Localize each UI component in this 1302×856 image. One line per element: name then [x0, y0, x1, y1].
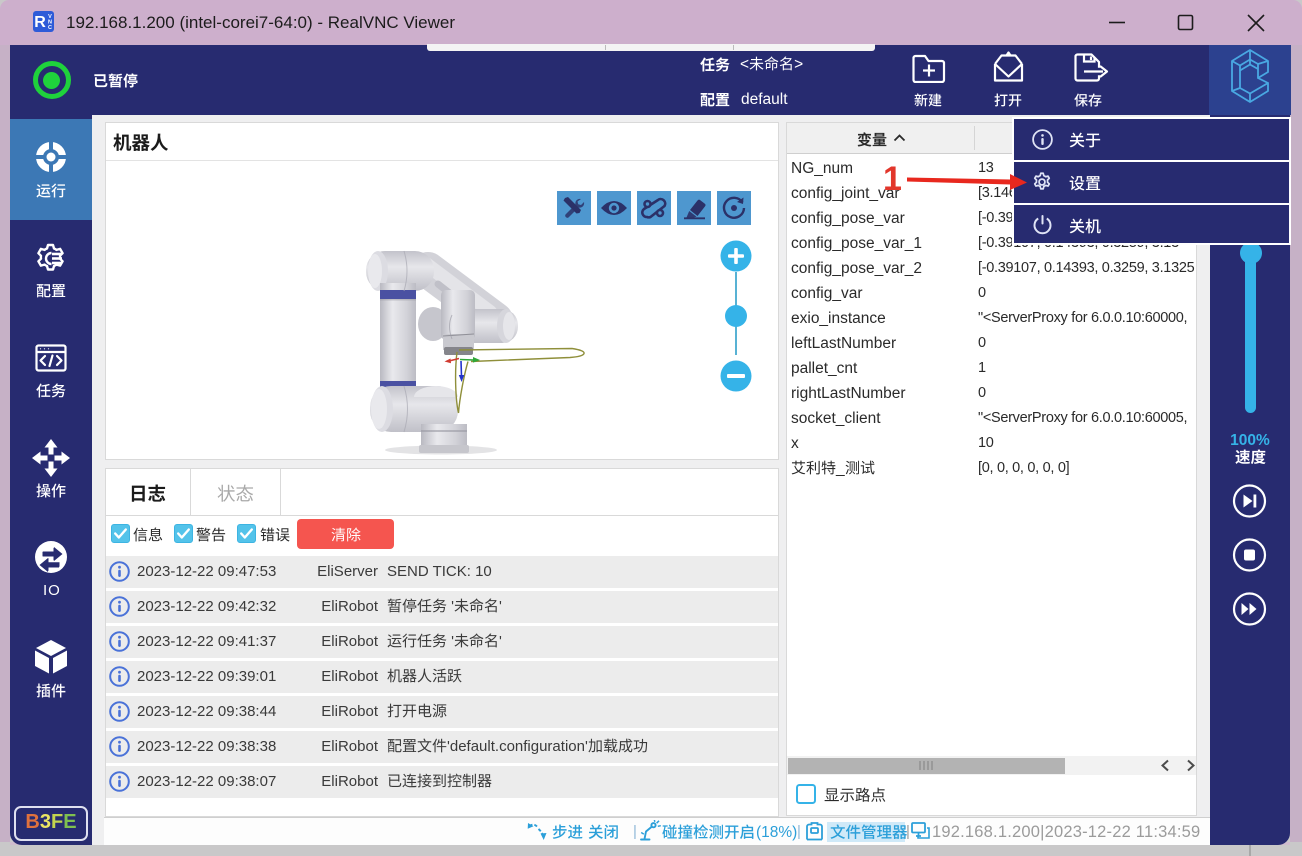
- svg-text:C: C: [48, 25, 52, 31]
- svg-text:R: R: [34, 14, 46, 31]
